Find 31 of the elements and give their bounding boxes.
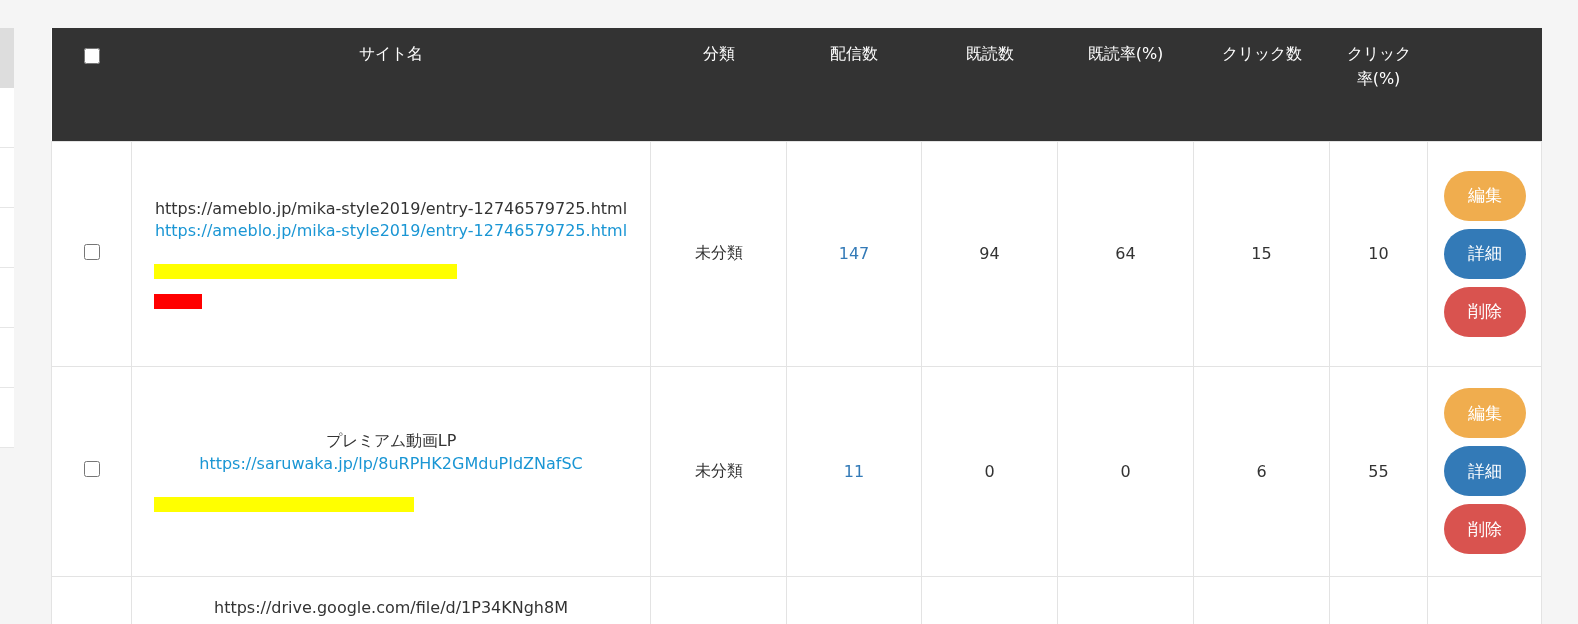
- column-header: 既読率(%): [1087, 44, 1164, 63]
- delete-button[interactable]: 削除: [1443, 504, 1526, 554]
- column-header: クリック率(%): [1346, 44, 1411, 88]
- click-count: 15: [1251, 244, 1272, 263]
- site-title: https://ameblo.jp/mika-style2019/entry-12746579725.html: [154, 197, 628, 220]
- delete-button[interactable]: 削除: [1443, 286, 1526, 337]
- sent-count-link[interactable]: 147: [838, 244, 870, 263]
- select-all-checkbox[interactable]: [83, 48, 100, 64]
- click-count: 6: [1256, 461, 1267, 481]
- read-rate: 64: [1115, 244, 1136, 263]
- read-count: 0: [984, 461, 995, 481]
- detail-button[interactable]: 詳細: [1443, 228, 1526, 279]
- column-header: サイト名: [359, 44, 423, 63]
- read-rate: 0: [1120, 461, 1131, 481]
- click-rate: 10: [1368, 244, 1389, 263]
- column-header: 既読数: [965, 44, 1014, 63]
- site-title: https://drive.google.com/file/d/1P34KNgh8M: [213, 596, 569, 619]
- column-header: 配信数: [830, 44, 878, 63]
- sent-count-link[interactable]: 11: [843, 461, 865, 481]
- detail-button[interactable]: 詳細: [1443, 446, 1526, 496]
- column-header: クリック数: [1221, 44, 1302, 63]
- read-count: 94: [979, 244, 1000, 263]
- row-checkbox[interactable]: [83, 461, 100, 477]
- column-header: 分類: [702, 44, 735, 63]
- site-title: プレミアム動画LP: [324, 430, 458, 453]
- category-text: 未分類: [694, 243, 743, 262]
- row-checkbox[interactable]: [83, 243, 100, 260]
- site-url-link[interactable]: https://saruwaka.jp/lp/8uRPHK2GMduPIdZNafSC: [154, 452, 628, 475]
- site-url-link[interactable]: https://ameblo.jp/mika-style2019/entry-12746579725.html: [154, 220, 628, 243]
- category-text: 未分類: [694, 460, 743, 480]
- click-rate: 55: [1368, 461, 1389, 481]
